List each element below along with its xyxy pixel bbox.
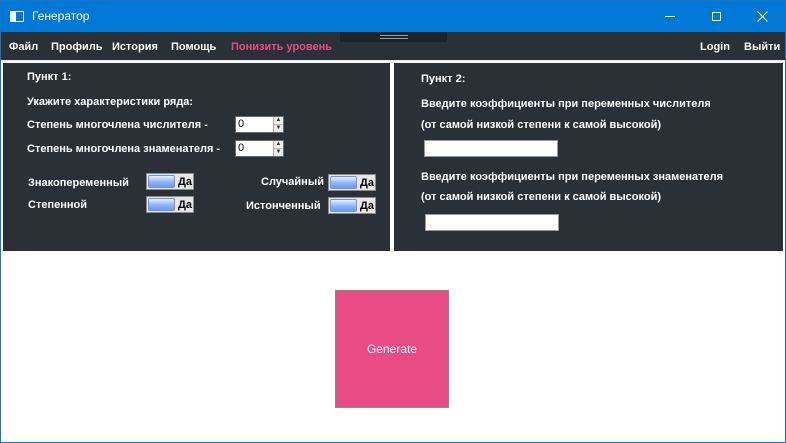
power-toggle[interactable]: Да bbox=[146, 196, 194, 213]
close-icon bbox=[756, 11, 768, 22]
toggle-knob bbox=[330, 176, 357, 189]
minimize-button[interactable] bbox=[647, 1, 693, 32]
denominator-hint: (от самой низкой степени к самой высокой… bbox=[421, 191, 662, 203]
menu-exit[interactable]: Выйти bbox=[744, 41, 780, 53]
numerator-degree-stepper[interactable]: 0 ▲ ▼ bbox=[235, 116, 284, 133]
section1-panel: Пункт 1: Укажите характеристики ряда: Ст… bbox=[3, 63, 390, 251]
menu-login[interactable]: Login bbox=[700, 41, 730, 53]
alternating-label: Знакопеременный bbox=[28, 177, 129, 189]
thinned-toggle[interactable]: Да bbox=[328, 197, 376, 214]
app-window: Генератор Файл Профиль История Помощь По… bbox=[0, 0, 786, 443]
random-toggle[interactable]: Да bbox=[328, 174, 376, 191]
toggle-knob bbox=[148, 175, 175, 188]
maximize-button[interactable] bbox=[693, 1, 739, 32]
toggle-state: Да bbox=[360, 200, 374, 212]
numerator-degree-value: 0 bbox=[238, 118, 245, 130]
denominator-degree-stepper[interactable]: 0 ▲ ▼ bbox=[235, 140, 284, 157]
menu-help[interactable]: Помощь bbox=[171, 41, 216, 53]
toggle-state: Да bbox=[178, 199, 192, 211]
numerator-coefficients-input[interactable] bbox=[424, 140, 558, 157]
spin-up-icon[interactable]: ▲ bbox=[274, 117, 283, 125]
menu-history[interactable]: История bbox=[112, 41, 158, 53]
section2-heading: Пункт 2: bbox=[421, 73, 466, 85]
minimize-icon bbox=[665, 16, 675, 17]
window-title: Генератор bbox=[32, 9, 90, 23]
spin-up-icon[interactable]: ▲ bbox=[274, 141, 283, 149]
numerator-prompt: Введите коэффициенты при переменных числ… bbox=[421, 98, 711, 110]
denominator-degree-label: Степень многочлена знаменателя - bbox=[27, 143, 221, 155]
denominator-degree-value: 0 bbox=[238, 142, 245, 154]
title-bar[interactable]: Генератор bbox=[1, 1, 785, 32]
numerator-degree-label: Степень многочлена числителя - bbox=[27, 119, 208, 131]
spin-down-icon[interactable]: ▼ bbox=[274, 125, 283, 132]
menu-lower-level[interactable]: Понизить уровень bbox=[231, 41, 332, 53]
app-icon bbox=[10, 11, 24, 22]
denominator-stepper-buttons: ▲ ▼ bbox=[273, 141, 283, 156]
section1-subheading: Укажите характеристики ряда: bbox=[27, 96, 194, 108]
numerator-hint: (от самой низкой степени к самой высокой… bbox=[421, 119, 662, 131]
alternating-toggle[interactable]: Да bbox=[146, 173, 194, 190]
menu-file[interactable]: Файл bbox=[9, 41, 38, 53]
denominator-coefficients-input[interactable] bbox=[425, 214, 559, 231]
menu-bar: Файл Профиль История Помощь Понизить уро… bbox=[1, 32, 785, 60]
generate-button[interactable]: Generate bbox=[335, 290, 449, 408]
random-label: Случайный bbox=[261, 176, 324, 188]
denominator-prompt: Введите коэффициенты при переменных знам… bbox=[421, 171, 724, 183]
numerator-stepper-buttons: ▲ ▼ bbox=[273, 117, 283, 132]
menu-profile[interactable]: Профиль bbox=[51, 41, 102, 53]
toggle-state: Да bbox=[178, 176, 192, 188]
thinned-label: Истонченный bbox=[246, 200, 321, 212]
drag-grip[interactable] bbox=[340, 32, 447, 42]
spin-down-icon[interactable]: ▼ bbox=[274, 149, 283, 156]
power-label: Степенной bbox=[28, 199, 87, 211]
toggle-knob bbox=[148, 198, 175, 211]
toggle-state: Да bbox=[360, 177, 374, 189]
section1-heading: Пункт 1: bbox=[27, 71, 72, 83]
toggle-knob bbox=[330, 199, 357, 212]
close-button[interactable] bbox=[739, 1, 785, 32]
divider bbox=[1, 60, 785, 62]
maximize-icon bbox=[711, 12, 721, 21]
section2-panel: Пункт 2: Введите коэффициенты при переме… bbox=[394, 63, 783, 251]
